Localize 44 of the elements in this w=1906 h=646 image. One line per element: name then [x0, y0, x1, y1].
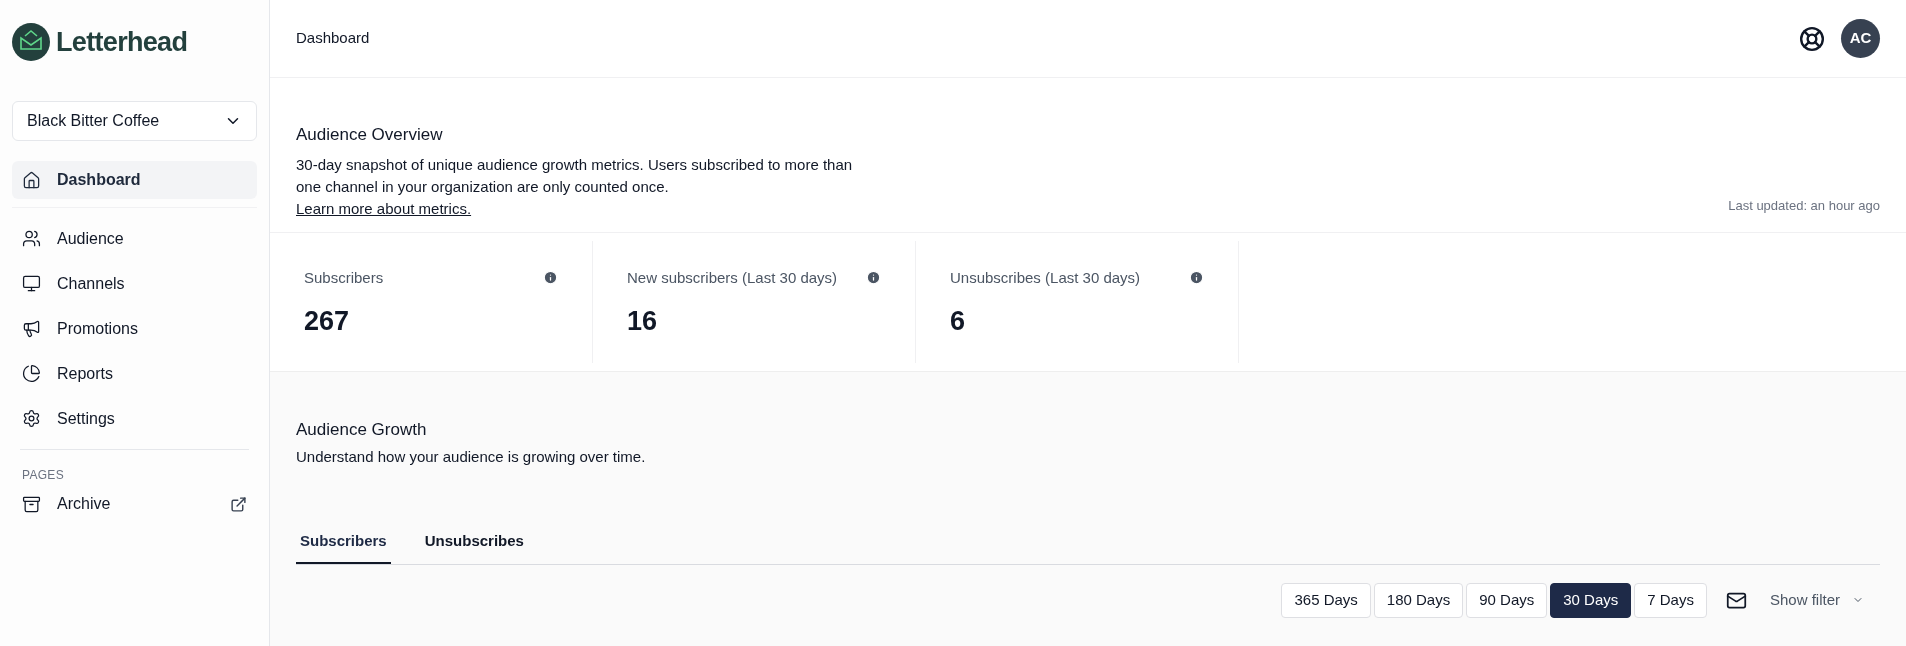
- nav-item[interactable]: Audience: [12, 216, 257, 261]
- section-description: Understand how your audience is growing over time.: [296, 447, 647, 467]
- tab[interactable]: Subscribers: [296, 520, 391, 564]
- last-updated-text: Last updated: an hour ago: [1728, 197, 1880, 215]
- metric-value: 267: [304, 305, 351, 338]
- home-icon: [22, 170, 41, 190]
- nav-item[interactable]: Archive: [12, 484, 257, 524]
- settings-icon: [22, 409, 41, 428]
- users-icon: [22, 229, 41, 248]
- monitor-icon: [22, 274, 41, 293]
- organization-dropdown[interactable]: Black Bitter Coffee: [12, 101, 257, 141]
- logo-icon: [12, 23, 50, 61]
- range-button[interactable]: 180 Days: [1373, 582, 1464, 618]
- help-icon[interactable]: [1799, 25, 1825, 52]
- section-description: 30-day snapshot of unique audience growth metrics. Users subscribed to more than one channel in your organization are only counted once.: [296, 154, 854, 197]
- user-avatar[interactable]: AC: [1841, 19, 1880, 58]
- archive-box-icon: [22, 494, 41, 514]
- nav-item[interactable]: Settings: [12, 396, 257, 441]
- nav-item[interactable]: Channels: [12, 261, 257, 306]
- info-icon[interactable]: [1189, 270, 1204, 286]
- tab[interactable]: Unsubscribes: [420, 520, 528, 564]
- learn-more-link[interactable]: Learn more about metrics.: [296, 197, 472, 220]
- range-button[interactable]: 90 Days: [1466, 582, 1548, 618]
- metric-value: 16: [627, 305, 659, 338]
- metric-label: New subscribers (Last 30 days): [627, 267, 838, 288]
- megaphone-icon: [22, 319, 41, 338]
- section-label: PAGES: [21, 467, 65, 484]
- info-icon[interactable]: [866, 270, 881, 286]
- range-button[interactable]: 30 Days: [1550, 582, 1632, 618]
- logo-wordmark: Letterhead: [56, 25, 188, 59]
- section-title: Audience Growth: [296, 418, 428, 441]
- page-title: Dashboard: [296, 28, 371, 49]
- range-button[interactable]: 7 Days: [1634, 582, 1707, 618]
- nav-item[interactable]: Promotions: [12, 306, 257, 351]
- metric-label: Unsubscribes (Last 30 days): [950, 267, 1141, 288]
- section-title: Audience Overview: [296, 124, 444, 146]
- metric-label: Subscribers: [304, 267, 384, 288]
- metric-value: 6: [950, 305, 967, 338]
- nav-item[interactable]: Reports: [12, 351, 257, 396]
- show-filter-button[interactable]: Show filter: [1769, 588, 1864, 612]
- pie-chart-icon: [22, 364, 41, 383]
- nav-item[interactable]: Dashboard: [12, 161, 257, 199]
- range-button[interactable]: 365 Days: [1281, 582, 1371, 618]
- info-icon[interactable]: [543, 270, 558, 286]
